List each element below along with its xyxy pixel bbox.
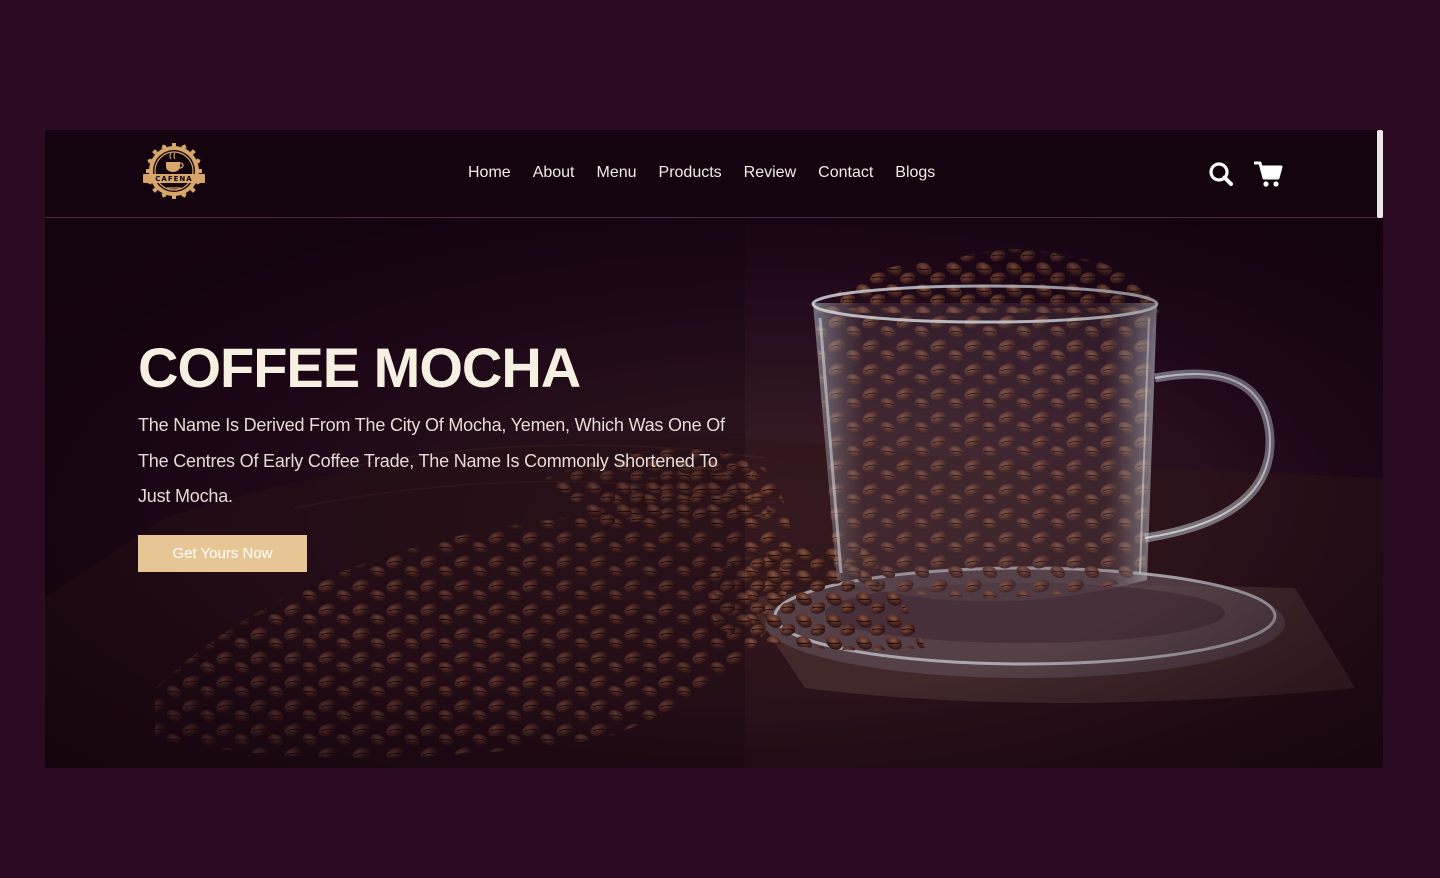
get-yours-now-button[interactable]: Get Yours Now xyxy=(138,535,307,572)
search-button[interactable] xyxy=(1207,160,1235,188)
logo-text: CAFENA xyxy=(155,175,192,183)
nav-item-about[interactable]: About xyxy=(533,164,575,182)
nav-item-home[interactable]: Home xyxy=(468,164,511,182)
hero-title: COFFEE MOCHA xyxy=(138,336,581,399)
cafena-logo[interactable]: CAFENA xyxy=(137,140,211,202)
nav-item-review[interactable]: Review xyxy=(744,164,796,182)
cart-icon xyxy=(1253,161,1283,187)
nav-item-contact[interactable]: Contact xyxy=(818,164,873,182)
site-header: CAFENA Home About Menu Products Review C… xyxy=(45,130,1383,218)
website-frame: CAFENA Home About Menu Products Review C… xyxy=(45,130,1383,768)
hero-section: COFFEE MOCHA The Name Is Derived From Th… xyxy=(45,218,1383,768)
scrollbar-thumb[interactable] xyxy=(1377,130,1383,218)
nav-item-blogs[interactable]: Blogs xyxy=(895,164,935,182)
cart-button[interactable] xyxy=(1253,160,1283,188)
search-icon xyxy=(1209,162,1233,186)
nav-item-menu[interactable]: Menu xyxy=(597,164,637,182)
main-nav: Home About Menu Products Review Contact … xyxy=(468,164,935,182)
hero-description: The Name Is Derived From The City Of Moc… xyxy=(138,415,725,506)
nav-item-products[interactable]: Products xyxy=(659,164,722,182)
